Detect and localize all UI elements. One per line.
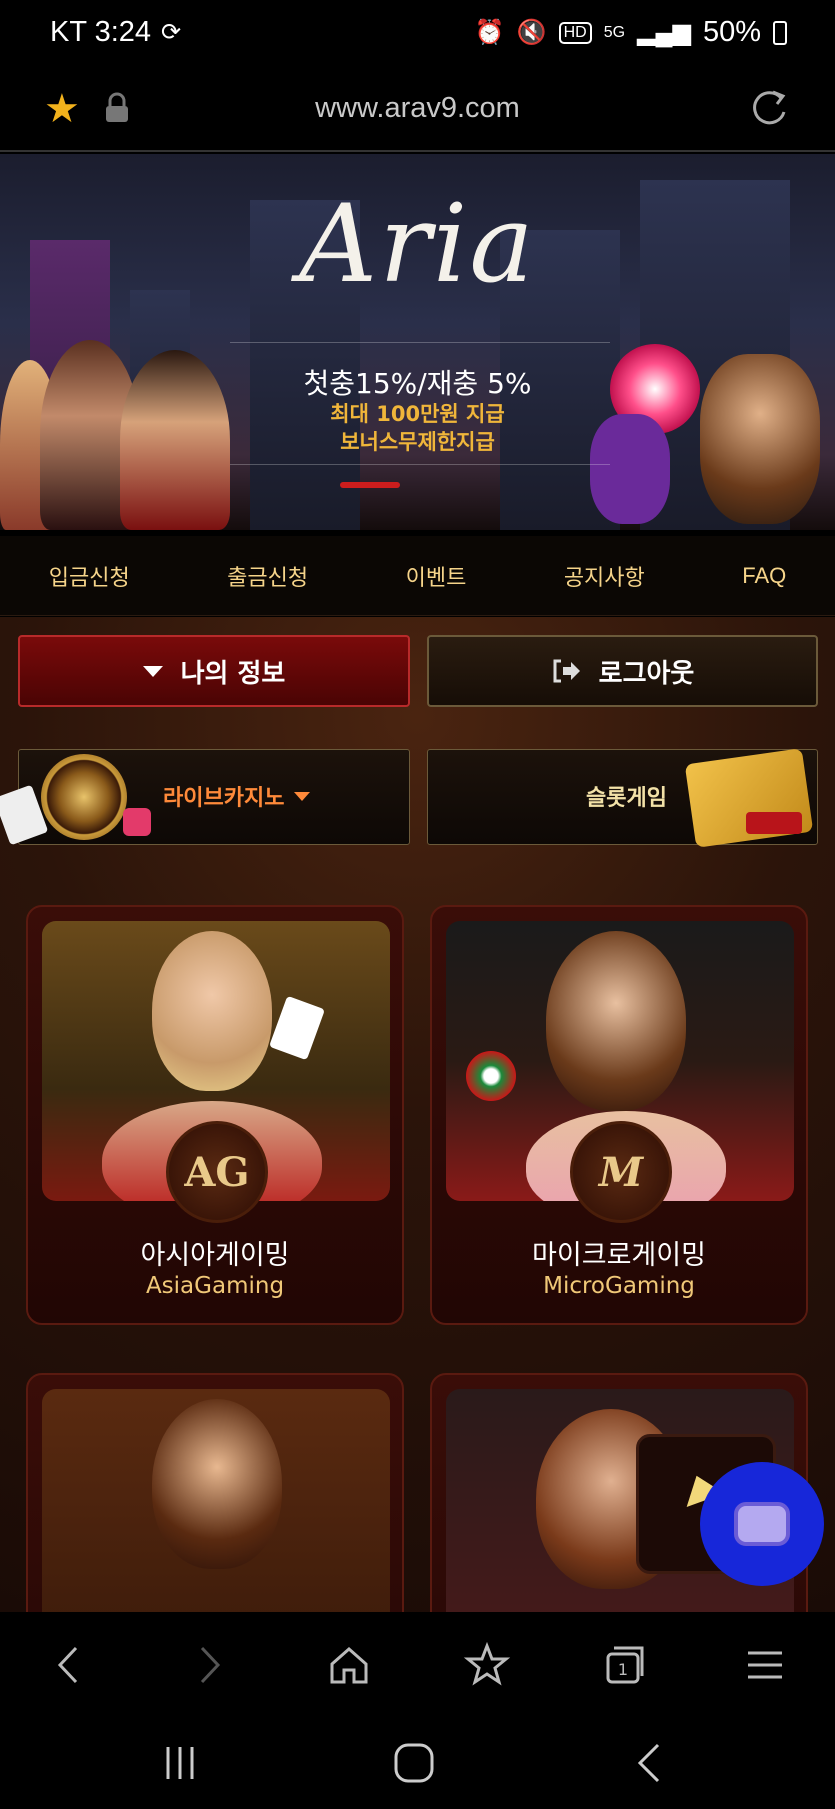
nav-withdraw[interactable]: 출금신청 bbox=[227, 560, 308, 592]
slot-game-tab[interactable]: 슬롯게임 bbox=[427, 748, 818, 848]
playing-cards-icon bbox=[268, 995, 326, 1061]
nav-faq[interactable]: FAQ bbox=[742, 563, 786, 589]
provider-logo-mg: M bbox=[570, 1121, 672, 1223]
bar-symbol-icon bbox=[746, 812, 802, 834]
nav-notice[interactable]: 공지사항 bbox=[564, 560, 645, 592]
chevron-down-icon bbox=[142, 665, 163, 677]
aria-logo: Aria bbox=[299, 182, 536, 307]
promo-unlimited: 보너스무제한지급 bbox=[340, 430, 495, 454]
main-nav: 입금신청 출금신청 이벤트 공지사항 FAQ bbox=[0, 536, 835, 616]
live-casino-label: 라이브카지노 bbox=[163, 786, 285, 811]
home-icon[interactable] bbox=[324, 1640, 374, 1690]
provider-logo-ag: AG bbox=[166, 1121, 268, 1223]
model-image bbox=[152, 1399, 282, 1569]
divider bbox=[230, 464, 610, 465]
model-image bbox=[546, 931, 686, 1111]
svg-text:1: 1 bbox=[618, 1660, 628, 1679]
nav-event[interactable]: 이벤트 bbox=[406, 560, 467, 592]
live-casino-label-wrap: 라이브카지노 bbox=[163, 780, 311, 812]
browser-url-bar: ★ www.arav9.com bbox=[0, 72, 835, 152]
promo-max-bonus: 최대 100만원 지급 bbox=[330, 402, 505, 426]
battery-text: 50% bbox=[702, 16, 761, 48]
logout-label: 로그아웃 bbox=[598, 658, 695, 689]
home-button-icon[interactable] bbox=[392, 1741, 436, 1785]
dice-icon bbox=[123, 808, 151, 836]
back-icon[interactable] bbox=[44, 1640, 94, 1690]
battery-icon bbox=[773, 20, 787, 45]
provider-name-en: AsiaGaming bbox=[145, 1273, 285, 1299]
promo-headline: 첫충15%/재충 5% bbox=[303, 367, 532, 400]
roulette-icon bbox=[41, 754, 127, 840]
sync-icon: ⟳ bbox=[161, 19, 182, 46]
reload-icon[interactable] bbox=[747, 86, 791, 130]
casino-chips-icon bbox=[466, 1051, 516, 1101]
system-back-icon[interactable] bbox=[630, 1741, 670, 1785]
live-casino-tab[interactable]: 라이브카지노 bbox=[0, 749, 410, 846]
nav-deposit[interactable]: 입금신청 bbox=[49, 560, 130, 592]
browser-toolbar: 1 bbox=[0, 1612, 835, 1717]
chat-icon bbox=[734, 1502, 790, 1546]
slider-indicator[interactable] bbox=[340, 482, 400, 488]
alarm-icon: ⏰ bbox=[474, 19, 505, 46]
logout-icon bbox=[553, 659, 580, 683]
forward-icon[interactable] bbox=[184, 1640, 234, 1690]
logout-button[interactable]: 로그아웃 bbox=[427, 635, 818, 707]
network-5g-icon: 5G bbox=[603, 23, 626, 41]
status-bar: KT 3:24 ⟳ ⏰ 🔇 HD 5G ▂▄▆ 50% bbox=[0, 0, 835, 72]
url-text[interactable]: www.arav9.com bbox=[0, 92, 835, 125]
recent-apps-icon[interactable] bbox=[160, 1743, 200, 1783]
hd-icon: HD bbox=[558, 21, 592, 44]
status-left: KT 3:24 ⟳ bbox=[50, 16, 181, 49]
my-info-label: 나의 정보 bbox=[180, 658, 286, 689]
provider-name-en: MicroGaming bbox=[543, 1273, 695, 1299]
provider-card[interactable] bbox=[26, 1373, 404, 1612]
tabs-icon[interactable]: 1 bbox=[600, 1640, 650, 1690]
provider-card-microgaming[interactable]: M 마이크로게이밍 MicroGaming bbox=[430, 905, 808, 1325]
my-info-button[interactable]: 나의 정보 bbox=[18, 635, 410, 707]
bookmarks-icon[interactable] bbox=[462, 1640, 512, 1690]
slot-game-label: 슬롯게임 bbox=[586, 786, 667, 811]
provider-photo bbox=[42, 1389, 390, 1612]
hero-banner[interactable]: Aria 첫충15%/재충 5% 최대 100만원 지급 보너스무제한지급 bbox=[0, 154, 835, 530]
provider-name-ko: 마이크로게이밍 bbox=[532, 1240, 706, 1271]
model-image bbox=[152, 931, 272, 1091]
divider bbox=[230, 342, 610, 343]
system-nav-bar bbox=[0, 1717, 835, 1809]
provider-card-asiagaming[interactable]: AG 아시아게이밍 AsiaGaming bbox=[26, 905, 404, 1325]
chevron-down-icon bbox=[294, 791, 311, 801]
status-right: ⏰ 🔇 HD 5G ▂▄▆ 50% bbox=[475, 16, 787, 49]
mute-icon: 🔇 bbox=[516, 19, 547, 46]
menu-icon[interactable] bbox=[740, 1640, 790, 1690]
signal-icon: ▂▄▆ bbox=[637, 19, 691, 46]
carrier-time: KT 3:24 bbox=[50, 16, 152, 48]
chat-button[interactable] bbox=[700, 1462, 824, 1586]
provider-name-ko: 아시아게이밍 bbox=[140, 1240, 290, 1271]
